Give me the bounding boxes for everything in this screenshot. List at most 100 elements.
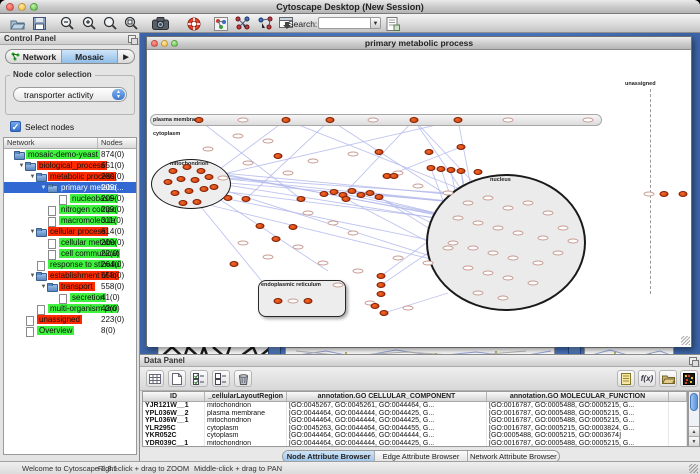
tree-row-metabolic-process[interactable]: ▼metabolic process280(0)	[4, 171, 136, 182]
table-column-header[interactable]: annotation.GO CELLULAR_COMPONENT	[287, 392, 487, 401]
network-view-titlebar[interactable]: primary metabolic process	[147, 37, 691, 50]
search-dropdown-arrow-icon[interactable]: ▼	[370, 17, 381, 29]
table-column-header[interactable]: ID	[143, 392, 205, 401]
network-canvas[interactable]: plasma membrane cytoplasm mitochondrion …	[148, 51, 691, 347]
network-node[interactable]	[348, 188, 357, 194]
tree-row-transport[interactable]: ▼transport558(0)	[4, 281, 136, 292]
table-row-ypl036w__2[interactable]: YPL036W__2plasma membrane[GO:0044464, GO…	[143, 410, 687, 418]
tree-row-cellular-process[interactable]: ▼cellular process614(0)	[4, 226, 136, 237]
network-node[interactable]	[326, 117, 335, 123]
network-node[interactable]	[366, 190, 375, 196]
table-column-header[interactable]: annotation.GO MOLECULAR_FUNCTION	[487, 392, 669, 401]
network-node[interactable]	[474, 169, 483, 175]
select-nodes-checkbox[interactable]: ✓	[10, 121, 21, 132]
network-node[interactable]	[193, 199, 202, 205]
tree-row-multi-organism-pro[interactable]: multi-organism pro42(0)	[4, 303, 136, 314]
network-node[interactable]	[380, 310, 389, 316]
network-node[interactable]	[200, 186, 209, 192]
network-node[interactable]	[164, 179, 173, 185]
network-node[interactable]	[425, 149, 434, 155]
table-row-ylr295c[interactable]: YLR295Ccytoplasm[GO:0045263, GO:0044464,…	[143, 425, 687, 433]
select-attributes-icon[interactable]	[190, 370, 208, 387]
attribute-table-icon[interactable]	[146, 370, 164, 387]
vizmapper-icon[interactable]	[212, 15, 230, 32]
import-attributes-icon[interactable]	[659, 370, 677, 387]
network-node[interactable]	[177, 176, 186, 182]
network-node[interactable]	[274, 298, 283, 304]
tree-row-nucleobase-[interactable]: nucleobase-209(0)	[4, 193, 136, 204]
scroll-up-icon[interactable]: ▲	[689, 426, 699, 436]
network-node[interactable]	[256, 223, 265, 229]
zoom-fit-icon[interactable]	[101, 15, 119, 32]
network-node[interactable]	[660, 191, 669, 197]
network-node[interactable]	[427, 165, 436, 171]
network-node[interactable]	[454, 117, 463, 123]
network-node[interactable]	[437, 166, 446, 172]
tree-row-cellular-metabo[interactable]: cellular metabo209(0)	[4, 237, 136, 248]
tree-expand-icon[interactable]: ▼	[18, 163, 25, 169]
network-node[interactable]	[304, 298, 313, 304]
tree-row-establishment-of-lo[interactable]: ▼establishment of lo558(0)	[4, 270, 136, 281]
network-node[interactable]	[330, 189, 339, 195]
network-node[interactable]	[390, 173, 399, 179]
network-node[interactable]	[342, 196, 351, 202]
network-node[interactable]	[191, 177, 200, 183]
tree-column-network[interactable]: Network	[4, 138, 98, 148]
tree-expand-icon[interactable]: ▼	[29, 273, 36, 279]
tab-mosaic[interactable]: Mosaic	[62, 50, 118, 63]
network-node[interactable]	[679, 191, 688, 197]
float-panel-icon[interactable]	[128, 35, 136, 43]
tree-row-nitrogen-compo[interactable]: nitrogen compo209(0)	[4, 204, 136, 215]
attribute-notes-icon[interactable]	[617, 370, 635, 387]
new-attribute-icon[interactable]	[168, 370, 186, 387]
unselect-attributes-icon[interactable]	[212, 370, 230, 387]
tree-expand-icon[interactable]: ▼	[29, 229, 36, 235]
tree-row-cell-communicat[interactable]: cell communicat22(0)	[4, 248, 136, 259]
tree-row-macromolecule[interactable]: macromolecule311(0)	[4, 215, 136, 226]
network-node[interactable]	[297, 196, 306, 202]
network-node[interactable]	[377, 273, 386, 279]
tree-row-overview[interactable]: Overview8(0)	[4, 325, 136, 336]
table-row-ydr039c__1[interactable]: YDR039C__1mitochondrion[GO:0044464, GO:0…	[143, 440, 687, 447]
float-data-panel-icon[interactable]	[689, 357, 697, 365]
window-resize-grip[interactable]	[689, 464, 698, 473]
network-node[interactable]	[447, 167, 456, 173]
table-scrollbar[interactable]: ▲ ▼	[688, 391, 700, 447]
network-node[interactable]	[410, 117, 419, 123]
table-row-ypl036w__1[interactable]: YPL036W__1mitochondrion[GO:0044464, GO:0…	[143, 417, 687, 425]
tree-row-biological-process[interactable]: ▼biological_process651(0)	[4, 160, 136, 171]
open-file-icon[interactable]	[8, 15, 26, 32]
network-node[interactable]	[179, 200, 188, 206]
network-node[interactable]	[195, 117, 204, 123]
delete-attribute-icon[interactable]	[234, 370, 252, 387]
tree-row-response-to-stimulu[interactable]: response to stimulu264(0)	[4, 259, 136, 270]
view-resize-grip[interactable]	[681, 336, 690, 345]
table-row-ykr052c[interactable]: YKR052Ccytoplasm[GO:0044464, GO:0044446,…	[143, 432, 687, 440]
zoom-selected-icon[interactable]	[122, 15, 140, 32]
network-node[interactable]	[457, 168, 466, 174]
snapshot-icon[interactable]	[151, 15, 169, 32]
network-node[interactable]	[242, 196, 251, 202]
annotation-browser-icon[interactable]	[384, 15, 402, 32]
network-node[interactable]	[210, 184, 219, 190]
tree-row-mosaic-demo-yeast[interactable]: mosaic-demo-yeast874(0)	[4, 149, 136, 160]
network-node[interactable]	[457, 144, 466, 150]
node-color-dropdown[interactable]: transporter activity ▲▼	[13, 87, 127, 102]
help-lifering-icon[interactable]	[185, 15, 203, 32]
table-column-header[interactable]	[669, 392, 687, 401]
save-icon[interactable]	[30, 15, 48, 32]
network-node[interactable]	[169, 168, 178, 174]
table-column-header[interactable]: _cellularLayoutRegion	[205, 392, 287, 401]
scrollbar-thumb[interactable]	[690, 393, 698, 411]
network-node[interactable]	[371, 303, 380, 309]
network-node[interactable]	[375, 194, 384, 200]
network-node[interactable]	[377, 282, 386, 288]
network-node[interactable]	[357, 192, 366, 198]
network-node[interactable]	[171, 190, 180, 196]
network-node[interactable]	[183, 164, 192, 170]
network-node[interactable]	[320, 191, 329, 197]
network-node[interactable]	[289, 224, 298, 230]
network-node[interactable]	[282, 117, 291, 123]
tree-row-secretion[interactable]: secretion41(0)	[4, 292, 136, 303]
layout-nodes-icon[interactable]	[234, 15, 252, 32]
